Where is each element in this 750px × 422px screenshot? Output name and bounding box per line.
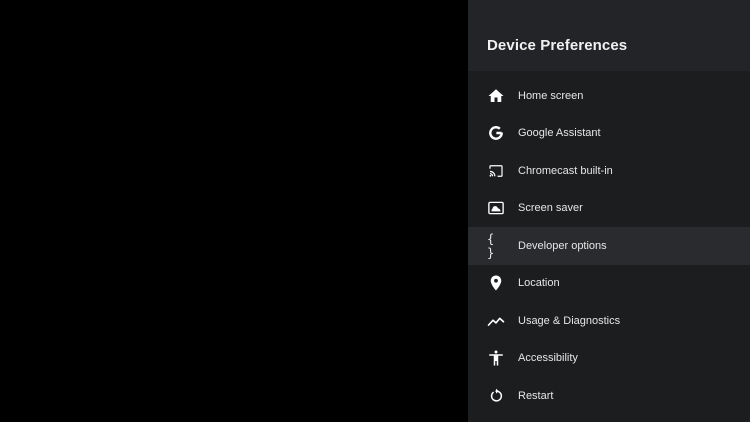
preferences-menu: Home screen Google Assistant Chromecast … xyxy=(468,77,750,415)
menu-item-location[interactable]: Location xyxy=(468,265,750,303)
menu-item-label: Google Assistant xyxy=(518,127,601,140)
menu-item-chromecast-built-in[interactable]: Chromecast built-in xyxy=(468,152,750,190)
background-area xyxy=(0,0,468,422)
menu-item-label: Location xyxy=(518,277,560,290)
menu-item-usage-diagnostics[interactable]: Usage & Diagnostics xyxy=(468,302,750,340)
google-icon xyxy=(487,124,505,142)
menu-item-label: Home screen xyxy=(518,89,584,102)
menu-item-label: Usage & Diagnostics xyxy=(518,314,621,327)
screen-saver-icon xyxy=(487,199,505,217)
menu-item-home-screen[interactable]: Home screen xyxy=(468,77,750,115)
home-icon xyxy=(487,87,505,105)
menu-item-label: Restart xyxy=(518,389,554,402)
menu-item-label: Developer options xyxy=(518,239,607,252)
menu-item-developer-options[interactable]: { } Developer options xyxy=(468,227,750,265)
panel-title: Device Preferences xyxy=(487,37,628,54)
location-pin-icon xyxy=(487,274,505,292)
device-preferences-panel: Device Preferences Home screen Google As… xyxy=(468,0,750,422)
menu-item-restart[interactable]: Restart xyxy=(468,377,750,415)
menu-item-label: Chromecast built-in xyxy=(518,164,613,177)
menu-item-label: Accessibility xyxy=(518,352,578,365)
menu-item-accessibility[interactable]: Accessibility xyxy=(468,340,750,378)
usage-graph-icon xyxy=(487,312,505,330)
menu-item-google-assistant[interactable]: Google Assistant xyxy=(468,115,750,153)
restart-icon xyxy=(487,387,505,405)
braces-icon: { } xyxy=(487,231,496,260)
menu-item-label: Screen saver xyxy=(518,202,583,215)
cast-icon xyxy=(487,162,505,180)
panel-header: Device Preferences xyxy=(468,0,750,71)
accessibility-icon xyxy=(487,349,505,367)
menu-item-screen-saver[interactable]: Screen saver xyxy=(468,190,750,228)
